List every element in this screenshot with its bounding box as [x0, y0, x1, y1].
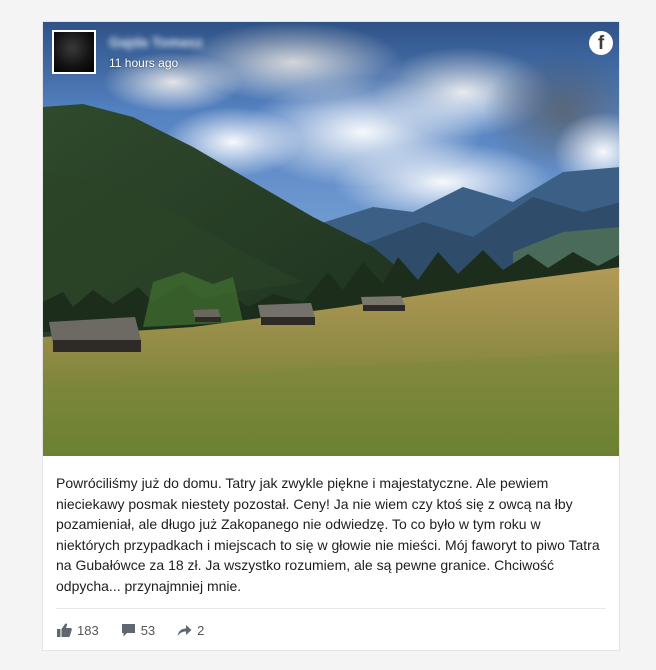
author-avatar[interactable] [52, 30, 96, 74]
like-stat[interactable]: 183 [57, 623, 99, 638]
post-timestamp[interactable]: 11 hours ago [109, 56, 178, 70]
divider [56, 608, 606, 609]
comment-stat[interactable]: 53 [121, 623, 155, 638]
facebook-post-card: Gajda Tomasz 11 hours ago f Powróciliśmy… [42, 21, 620, 651]
post-stats: 183 53 2 [57, 620, 226, 640]
comment-count: 53 [140, 622, 156, 638]
thumbs-up-icon [57, 623, 72, 637]
share-stat[interactable]: 2 [177, 623, 204, 638]
comment-icon [121, 624, 135, 637]
like-count: 183 [77, 622, 99, 638]
post-text: Powróciliśmy już do domu. Tatry jak zwyk… [56, 475, 600, 594]
share-count: 2 [197, 622, 205, 638]
share-arrow-icon [177, 625, 192, 636]
facebook-icon[interactable]: f [589, 31, 613, 55]
facebook-f-glyph: f [597, 33, 605, 54]
post-photo[interactable]: Gajda Tomasz 11 hours ago f [43, 22, 619, 456]
author-name[interactable]: Gajda Tomasz [109, 34, 203, 50]
